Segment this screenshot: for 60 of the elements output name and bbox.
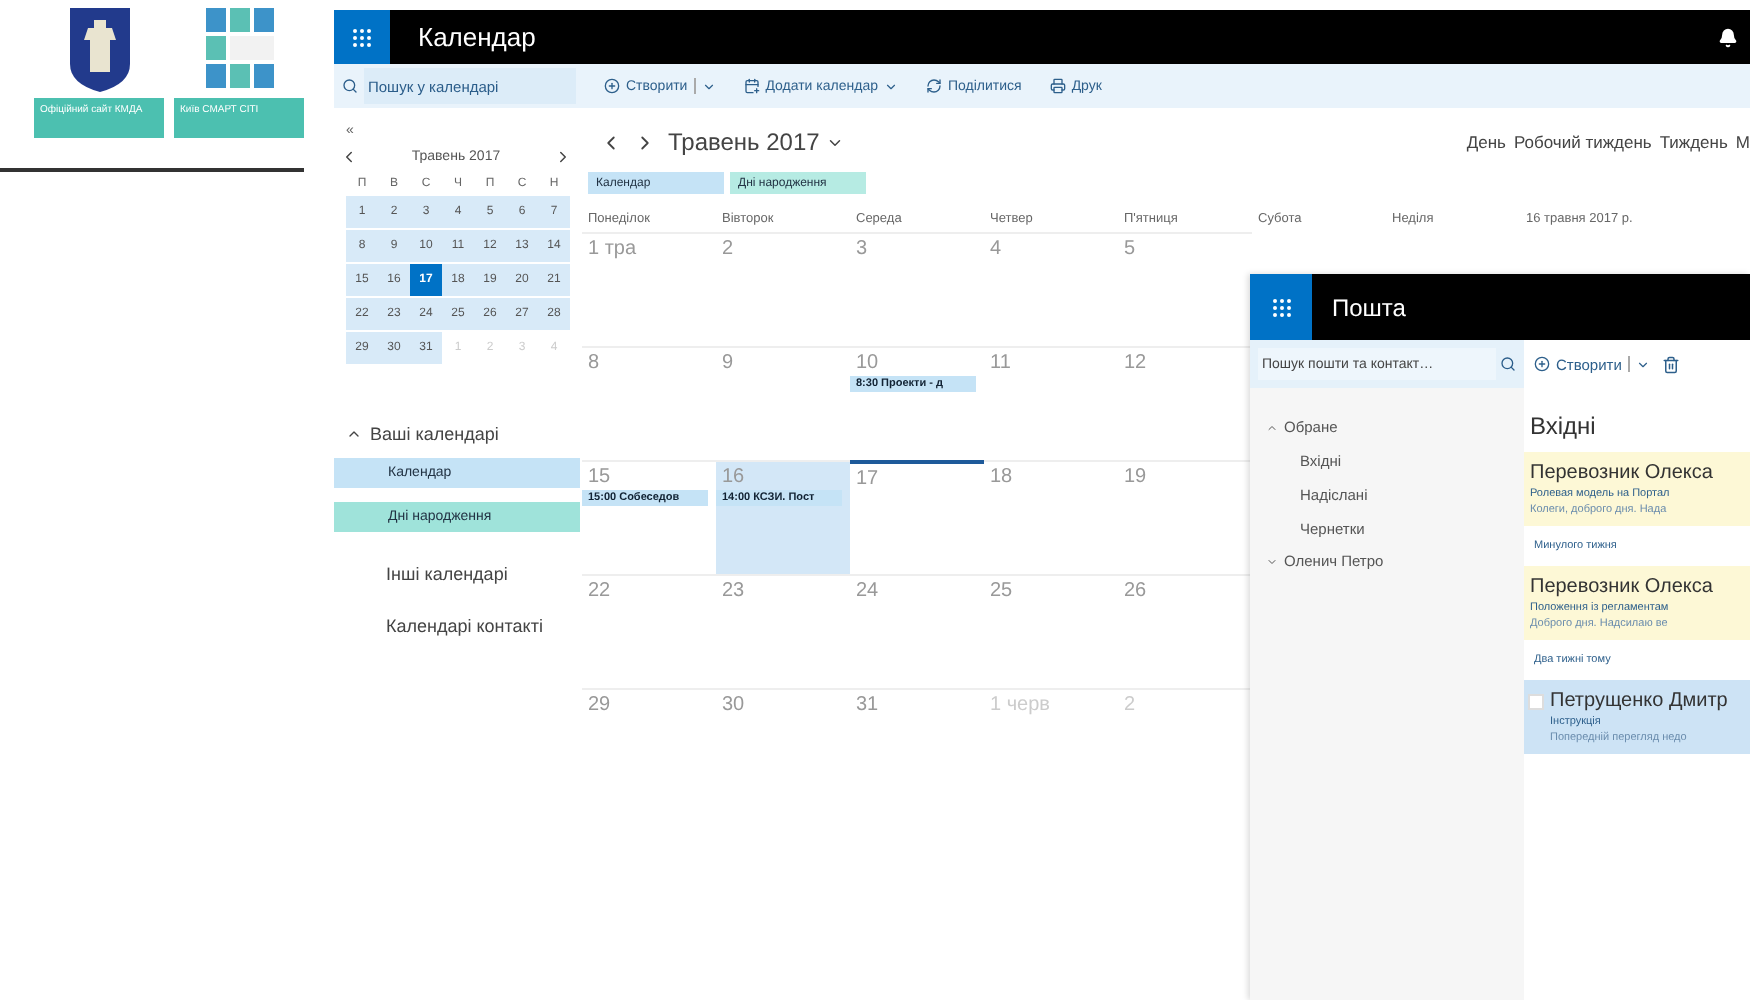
- day-number: 22: [586, 580, 611, 602]
- checkbox[interactable]: [1528, 694, 1544, 710]
- app-title: Календар: [418, 22, 536, 52]
- calendar-group[interactable]: Інші календарі: [334, 564, 508, 584]
- day-number: 3: [854, 238, 868, 260]
- search-icon: [1500, 356, 1516, 372]
- day-number: 1 тра: [586, 238, 637, 260]
- search-icon: [342, 78, 358, 94]
- day-number: 2: [720, 238, 734, 260]
- day-number: 5: [1122, 238, 1136, 260]
- day-number: 25: [988, 580, 1013, 602]
- day-number: 9: [720, 352, 734, 374]
- previous-icon[interactable]: [340, 147, 358, 165]
- caret-icon: [1635, 357, 1650, 371]
- day-number: 31: [854, 694, 879, 716]
- bell-icon[interactable]: [1714, 23, 1742, 51]
- day-number: 19: [1122, 466, 1147, 488]
- chevron-down-icon: [1266, 555, 1278, 567]
- caret-icon: [701, 79, 716, 93]
- message-sender: Перевозник Олекса: [1530, 576, 1713, 598]
- plus-icon: [1534, 356, 1550, 372]
- day-number: 29: [586, 694, 611, 716]
- day-number: 24: [854, 580, 879, 602]
- chevron-up-icon: [1266, 421, 1278, 433]
- view-tab[interactable]: Тиждень: [1659, 132, 1728, 152]
- grid-icon: [1269, 295, 1293, 319]
- app-title: Пошта: [1332, 293, 1406, 321]
- day-number: 17: [854, 468, 879, 490]
- day-number: 8: [586, 352, 600, 374]
- grid-icon: [350, 25, 374, 49]
- app-launcher-button[interactable]: [334, 10, 390, 64]
- share-icon: [926, 78, 942, 94]
- day-number: 26: [1122, 580, 1147, 602]
- day-number: 11: [988, 352, 1011, 374]
- chevron-up-icon: [346, 426, 362, 442]
- day-number: 10: [854, 352, 879, 374]
- caret-icon: [884, 79, 898, 93]
- day-number: 23: [720, 580, 745, 602]
- day-number: 18: [988, 466, 1013, 488]
- view-tab[interactable]: День: [1466, 132, 1506, 152]
- calendar-group[interactable]: Календарі контакті: [334, 616, 543, 636]
- day-number: 16: [720, 466, 745, 488]
- folder-heading: Вхідні: [1528, 410, 1598, 444]
- day-number: 12: [1122, 352, 1147, 374]
- view-tab[interactable]: М: [1735, 132, 1750, 152]
- smart-city-grid-drawing: [205, 8, 273, 92]
- plus-icon: [604, 78, 620, 94]
- delete-icon[interactable]: [1661, 355, 1680, 373]
- print-icon: [1049, 78, 1066, 94]
- message-sender: Перевозник Олекса: [1530, 462, 1713, 484]
- message-sender: Петрущенко Дмитр: [1550, 690, 1728, 712]
- day-number: 4: [988, 238, 1002, 260]
- crest-logo-icon: [69, 8, 129, 92]
- calendars-section-toggle[interactable]: Ваші календарі: [334, 424, 499, 444]
- day-number: 30: [720, 694, 745, 716]
- app-launcher-button[interactable]: [1250, 274, 1312, 340]
- day-number: 15: [586, 466, 611, 488]
- view-tab[interactable]: Робочий тиждень: [1513, 132, 1652, 152]
- month-picker[interactable]: Травень 2017: [656, 128, 844, 156]
- calendar-icon: [743, 78, 760, 94]
